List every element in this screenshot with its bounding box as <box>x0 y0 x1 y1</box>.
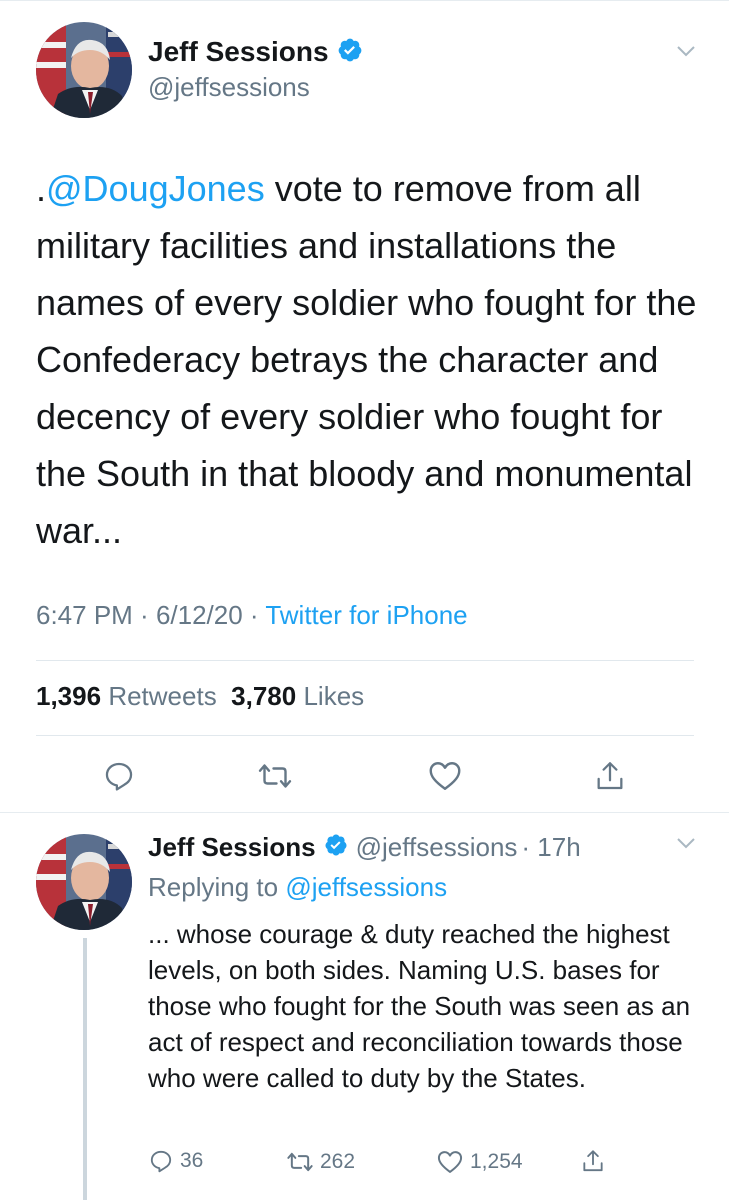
reply-author-handle[interactable]: @jeffsessions <box>356 832 518 863</box>
tweet-meta: 6:47 PM · 6/12/20 · Twitter for iPhone <box>36 600 468 631</box>
replying-to-label: Replying to <box>148 872 279 902</box>
like-button[interactable]: 1,254 <box>436 1148 523 1176</box>
retweets-count[interactable]: 1,396 <box>36 681 101 711</box>
reply-timestamp: · 17h <box>521 831 581 862</box>
author-handle[interactable]: @jeffsessions <box>148 72 310 103</box>
avatar[interactable] <box>36 22 132 118</box>
chevron-down-icon[interactable] <box>676 44 696 63</box>
tweet-time: 6:47 PM <box>36 600 133 630</box>
avatar-image <box>36 834 132 930</box>
tweet-stats: 1,396 Retweets 3,780 Likes <box>36 681 364 712</box>
replying-to-link[interactable]: @jeffsessions <box>285 872 447 902</box>
divider <box>36 735 694 736</box>
retweets-label[interactable]: Retweets <box>108 681 216 711</box>
tweet-text-prefix: . <box>36 168 47 209</box>
reply-icon <box>105 762 133 791</box>
reply-action-bar: 36 262 1,254 <box>148 1148 628 1180</box>
reply-icon <box>150 1150 172 1173</box>
retweet-button[interactable]: 262 <box>286 1148 355 1176</box>
tweet-date: 6/12/20 <box>155 600 243 630</box>
chevron-down-icon[interactable] <box>676 836 696 855</box>
meta-separator: · <box>132 600 156 630</box>
likes-count[interactable]: 3,780 <box>231 681 296 711</box>
reply-author-name[interactable]: Jeff Sessions <box>148 832 316 863</box>
tweet-text-body: vote to remove from all military facilit… <box>36 168 697 551</box>
share-button[interactable] <box>580 1148 612 1174</box>
retweet-button[interactable] <box>255 756 295 796</box>
divider <box>0 812 729 813</box>
share-button[interactable] <box>590 756 630 796</box>
reply-button[interactable]: 36 <box>148 1148 203 1174</box>
meta-separator: · <box>242 600 266 630</box>
reply-button[interactable] <box>99 756 139 796</box>
share-icon <box>597 762 623 790</box>
author-name-row: Jeff Sessions <box>148 34 363 70</box>
divider <box>36 660 694 661</box>
tweet-source-link[interactable]: Twitter for iPhone <box>265 600 467 630</box>
heart-icon <box>437 1151 463 1173</box>
main-tweet: Jeff Sessions @jeffsessions .@DougJones … <box>0 0 729 812</box>
thread-line <box>83 938 87 1200</box>
avatar-image <box>36 22 132 118</box>
reply-author-row: Jeff Sessions @jeffsessions · 17h <box>148 830 581 864</box>
share-icon <box>583 1150 603 1172</box>
mention-link[interactable]: @DougJones <box>46 168 265 209</box>
retweet-icon <box>287 1152 313 1172</box>
retweet-icon <box>258 764 292 788</box>
verified-badge-icon <box>337 37 363 68</box>
replying-to: Replying to @jeffsessions <box>148 872 447 903</box>
like-count: 1,254 <box>470 1150 523 1173</box>
author-name[interactable]: Jeff Sessions <box>148 36 329 68</box>
reply-count: 36 <box>180 1149 204 1172</box>
likes-label[interactable]: Likes <box>303 681 364 711</box>
tweet-text: .@DougJones vote to remove from all mili… <box>36 160 706 559</box>
reply-tweet-text: ... whose courage & duty reached the hig… <box>148 919 691 1093</box>
heart-icon <box>429 762 461 790</box>
retweet-count: 262 <box>320 1150 356 1173</box>
avatar[interactable] <box>36 834 132 930</box>
like-button[interactable] <box>425 756 465 796</box>
verified-badge-icon <box>324 833 348 862</box>
